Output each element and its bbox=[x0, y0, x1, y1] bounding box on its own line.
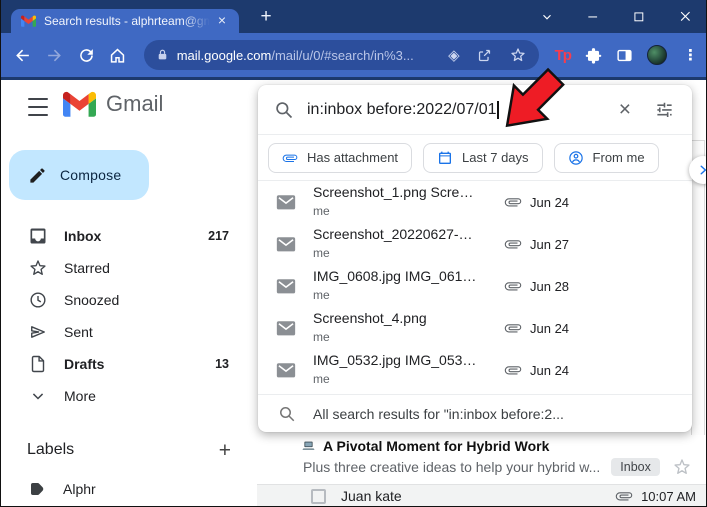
lock-icon bbox=[156, 48, 169, 62]
search-dropdown: in:inbox before:2022/07/01 × Has attachm… bbox=[258, 85, 692, 432]
gmail-m-icon bbox=[63, 91, 96, 117]
clock-icon bbox=[28, 290, 48, 310]
label-tag-icon bbox=[28, 480, 46, 498]
gmail-favicon-icon bbox=[21, 15, 36, 27]
tab-title: Search results - alphrteam@gmai bbox=[44, 14, 213, 28]
drafts-count: 13 bbox=[215, 357, 229, 371]
window-controls bbox=[524, 0, 706, 33]
inbox-badge: Inbox bbox=[611, 457, 660, 476]
compose-button[interactable]: Compose bbox=[9, 150, 149, 200]
paperclip-icon bbox=[282, 150, 298, 166]
paperclip-icon bbox=[504, 319, 522, 337]
url-path: /mail/u/0/#search/in%3... bbox=[271, 47, 414, 63]
labels-header: Labels + bbox=[1, 432, 257, 468]
sidebar-item-snoozed[interactable]: Snoozed bbox=[1, 284, 257, 316]
labels-title: Labels bbox=[27, 441, 75, 458]
email-sender: Juan kate bbox=[341, 488, 402, 504]
sidebar-label-alphr[interactable]: Alphr bbox=[1, 474, 257, 504]
sidebar-item-starred[interactable]: Starred bbox=[1, 252, 257, 284]
envelope-icon bbox=[276, 194, 296, 210]
search-icon bbox=[278, 405, 296, 423]
envelope-icon bbox=[276, 278, 296, 294]
inbox-count: 217 bbox=[208, 229, 229, 243]
suggestion-row[interactable]: IMG_0532.jpg IMG_053… me Jun 24 bbox=[258, 349, 692, 391]
sidebar-item-more[interactable]: More bbox=[1, 380, 257, 412]
sidebar-item-drafts[interactable]: Drafts 13 bbox=[1, 348, 257, 380]
email-subject: A Pivotal Moment for Hybrid Work bbox=[323, 437, 550, 454]
compose-label: Compose bbox=[60, 167, 122, 183]
suggestion-row[interactable]: Screenshot_20220627-… me Jun 27 bbox=[258, 223, 692, 265]
email-row-juan-kate[interactable]: Juan kate 10:07 AM bbox=[257, 484, 706, 506]
sidebar-nav: Inbox 217 Starred Snoozed Sent Drafts 13… bbox=[1, 220, 257, 412]
all-search-results-row[interactable]: All search results for "in:inbox before:… bbox=[258, 394, 692, 432]
browser-tab[interactable]: Search results - alphrteam@gmai × bbox=[11, 9, 239, 33]
close-window-button[interactable] bbox=[662, 0, 706, 33]
draft-file-icon bbox=[28, 354, 48, 374]
pencil-icon bbox=[28, 166, 47, 185]
chip-from-me[interactable]: From me bbox=[553, 142, 659, 173]
tab-close-icon[interactable]: × bbox=[213, 12, 231, 30]
red-annotation-arrow bbox=[499, 57, 573, 129]
laptop-emoji-icon bbox=[301, 439, 316, 453]
minimize-button[interactable] bbox=[570, 0, 616, 33]
sidebar-item-inbox[interactable]: Inbox 217 bbox=[1, 220, 257, 252]
envelope-icon bbox=[276, 362, 296, 378]
inbox-icon bbox=[28, 226, 48, 246]
suggestion-row[interactable]: Screenshot_1.png Scre… me Jun 24 bbox=[258, 181, 692, 223]
list-scrollbar[interactable] bbox=[691, 140, 705, 446]
email-snippet: Plus three creative ideas to help your h… bbox=[303, 458, 601, 475]
share-icon[interactable] bbox=[476, 47, 493, 64]
side-panel-icon[interactable] bbox=[616, 47, 633, 64]
suggestion-row[interactable]: IMG_0608.jpg IMG_061… me Jun 28 bbox=[258, 265, 692, 307]
maximize-button[interactable] bbox=[616, 0, 662, 33]
reading-mode-icon[interactable]: ◈ bbox=[448, 48, 460, 63]
paperclip-icon bbox=[504, 193, 522, 211]
browser-toolbar: mail.google.com/mail/u/0/#search/in%3...… bbox=[1, 33, 706, 80]
browser-window: Search results - alphrteam@gmai × + mail… bbox=[0, 0, 707, 507]
person-icon bbox=[568, 150, 584, 166]
gmail-wordmark: Gmail bbox=[106, 91, 164, 116]
new-tab-button[interactable]: + bbox=[253, 6, 279, 28]
add-label-button[interactable]: + bbox=[219, 440, 231, 461]
gmail-page: Gmail Compose Inbox 217 Starred Snoozed … bbox=[1, 80, 706, 506]
search-chips: Has attachment Last 7 days From me bbox=[258, 135, 692, 181]
clear-search-icon[interactable]: × bbox=[615, 99, 635, 120]
envelope-icon bbox=[276, 236, 296, 252]
back-button[interactable] bbox=[11, 43, 35, 67]
send-icon bbox=[28, 322, 48, 342]
email-checkbox[interactable] bbox=[311, 488, 326, 504]
browser-menu-icon[interactable]: ⋮ bbox=[683, 46, 698, 64]
sidebar-item-sent[interactable]: Sent bbox=[1, 316, 257, 348]
gmail-logo[interactable]: Gmail bbox=[63, 91, 163, 117]
star-toggle-icon[interactable] bbox=[672, 457, 692, 477]
url-host: mail.google.com bbox=[176, 47, 272, 63]
extensions-puzzle-icon[interactable] bbox=[585, 47, 602, 64]
email-row-pivotal[interactable]: A Pivotal Moment for Hybrid Work Plus th… bbox=[257, 435, 706, 479]
star-icon bbox=[28, 258, 48, 278]
paperclip-icon bbox=[504, 277, 522, 295]
home-button[interactable] bbox=[106, 43, 130, 67]
paperclip-icon bbox=[504, 235, 522, 253]
search-bar[interactable]: in:inbox before:2022/07/01 × bbox=[258, 85, 692, 135]
main-menu-icon[interactable] bbox=[25, 96, 51, 118]
search-icon bbox=[274, 100, 294, 120]
email-time: 10:07 AM bbox=[641, 488, 696, 504]
search-options-tune-icon[interactable] bbox=[655, 100, 674, 119]
search-input[interactable]: in:inbox before:2022/07/01 bbox=[307, 101, 496, 119]
suggestion-row[interactable]: Screenshot_4.png me Jun 24 bbox=[258, 307, 692, 349]
address-bar[interactable]: mail.google.com/mail/u/0/#search/in%3...… bbox=[143, 40, 539, 70]
forward-button[interactable] bbox=[43, 43, 67, 67]
profile-avatar[interactable] bbox=[646, 45, 667, 65]
url-text: mail.google.com/mail/u/0/#search/in%3... bbox=[177, 48, 440, 63]
paperclip-icon bbox=[504, 361, 522, 379]
tab-search-chevron-icon[interactable] bbox=[524, 0, 570, 33]
chevron-down-icon bbox=[28, 386, 48, 406]
chip-has-attachment[interactable]: Has attachment bbox=[268, 142, 413, 173]
chip-last-7-days[interactable]: Last 7 days bbox=[423, 142, 543, 173]
calendar-icon bbox=[437, 150, 453, 166]
browser-titlebar: Search results - alphrteam@gmai × + bbox=[1, 0, 706, 33]
attachment-paperclip-icon bbox=[615, 487, 633, 505]
reload-button[interactable] bbox=[74, 43, 98, 67]
envelope-icon bbox=[276, 320, 296, 336]
